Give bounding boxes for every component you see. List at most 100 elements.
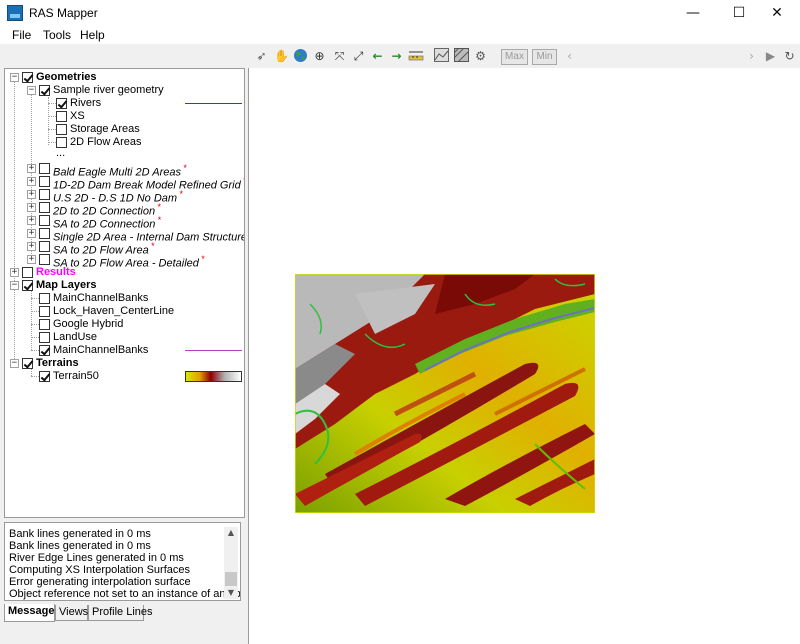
min-button[interactable]: Min <box>532 49 557 65</box>
geometry-checkbox[interactable] <box>39 228 50 239</box>
geometry-checkbox[interactable] <box>39 202 50 213</box>
geometry-checkbox[interactable] <box>39 215 50 226</box>
collapse-icon[interactable]: − <box>10 73 19 82</box>
tab-profile-lines[interactable]: Profile Lines <box>88 605 153 621</box>
map-view[interactable] <box>248 68 800 644</box>
tree-node-geometries[interactable]: − Geometries <box>5 71 244 84</box>
map-layer-checkbox[interactable] <box>39 345 50 356</box>
tree-connector <box>31 324 39 325</box>
tree-connector <box>31 376 39 377</box>
tab-messages[interactable]: Messages <box>4 604 61 622</box>
tree-node-geometry[interactable]: + SA to 2D Connection * <box>5 214 244 231</box>
tree-node-terrains[interactable]: − Terrains <box>5 357 244 370</box>
scroll-down-icon[interactable]: ▼ <box>224 587 238 599</box>
map-layer-checkbox[interactable] <box>39 319 50 330</box>
tree-node-results[interactable]: + Results <box>5 266 244 279</box>
max-button[interactable]: Max <box>501 49 528 65</box>
tree-node-storage-areas[interactable]: Storage Areas <box>5 123 244 136</box>
tree-node-geometry[interactable]: + Single 2D Area - Internal Dam Structur… <box>5 227 244 244</box>
window-title: RAS Mapper <box>29 6 98 20</box>
chevron-right-icon[interactable]: › <box>743 48 760 65</box>
message-line: Error generating interpolation surface <box>9 576 191 588</box>
pan-hand-icon[interactable]: ✋ <box>273 48 290 65</box>
tree-node-terrain[interactable]: Terrain50 <box>5 370 244 383</box>
expand-icon[interactable]: + <box>27 242 36 251</box>
tree-node-map-layer[interactable]: MainChannelBanks <box>5 344 244 357</box>
zoom-to-layer-icon[interactable]: ⤧ <box>331 48 348 65</box>
tree-node-map-layers[interactable]: − Map Layers <box>5 279 244 292</box>
tree-node-xs[interactable]: XS <box>5 110 244 123</box>
rivers-symbol-line <box>185 103 242 104</box>
expand-icon[interactable]: + <box>27 255 36 264</box>
globe-icon[interactable] <box>292 48 309 65</box>
play-icon[interactable]: ▶ <box>762 48 779 65</box>
tree-node-geometry[interactable]: + U.S 2D - D.S 1D No Dam * <box>5 188 244 205</box>
tree-connector <box>31 311 39 312</box>
map-layers-label: Map Layers <box>36 279 97 291</box>
close-button[interactable]: ✕ <box>754 0 800 26</box>
menu-help[interactable]: Help <box>80 28 105 42</box>
geometry-checkbox[interactable] <box>39 176 50 187</box>
rivers-checkbox[interactable] <box>56 98 67 109</box>
terrains-checkbox[interactable] <box>22 358 33 369</box>
map-layer-checkbox[interactable] <box>39 332 50 343</box>
hatch-layer-icon[interactable] <box>453 47 470 65</box>
back-arrow-icon[interactable]: ← <box>369 48 386 65</box>
tree-node-geometry[interactable]: + SA to 2D Flow Area * <box>5 240 244 257</box>
more-ellipsis: ... <box>56 147 66 159</box>
messages-scrollbar[interactable]: ▲ ▼ <box>224 527 238 599</box>
menu-tools[interactable]: Tools <box>43 28 71 42</box>
xs-checkbox[interactable] <box>56 111 67 122</box>
expand-icon[interactable]: + <box>27 203 36 212</box>
tree-node-geometry[interactable]: + 2D to 2D Connection * <box>5 201 244 218</box>
tree-node-map-layer[interactable]: Google Hybrid <box>5 318 244 331</box>
geometry-checkbox[interactable] <box>39 241 50 252</box>
minimize-button[interactable]: — <box>670 0 716 26</box>
map-layers-checkbox[interactable] <box>22 280 33 291</box>
select-pointer-icon[interactable]: ➶ <box>253 48 270 65</box>
tree-node-map-layer[interactable]: Lock_Haven_CenterLine <box>5 305 244 318</box>
storage-areas-checkbox[interactable] <box>56 124 67 135</box>
collapse-icon[interactable]: − <box>27 86 36 95</box>
measure-ruler-icon[interactable] <box>407 48 424 65</box>
expand-icon[interactable]: + <box>27 164 36 173</box>
refresh-icon[interactable]: ↻ <box>781 48 798 65</box>
geometry-checkbox[interactable] <box>39 254 50 265</box>
tree-node-geometry[interactable]: + Bald Eagle Multi 2D Areas * <box>5 162 244 179</box>
messages-panel: Bank lines generated in 0 ms Bank lines … <box>4 522 241 601</box>
tree-node-rivers[interactable]: Rivers <box>5 97 244 110</box>
zoom-in-icon[interactable]: ⊕ <box>311 48 328 65</box>
scroll-up-icon[interactable]: ▲ <box>224 527 238 539</box>
map-layer-label: LandUse <box>53 331 98 343</box>
geometry-checkbox[interactable] <box>39 189 50 200</box>
tree-node-map-layer[interactable]: LandUse <box>5 331 244 344</box>
tab-views[interactable]: Views <box>55 605 88 621</box>
results-checkbox[interactable] <box>22 267 33 278</box>
sample-geometry-checkbox[interactable] <box>39 85 50 96</box>
settings-gear-icon[interactable]: ⚙ <box>472 48 489 65</box>
tree-node-map-layer[interactable]: MainChannelBanks <box>5 292 244 305</box>
full-extent-icon[interactable]: ⤢ <box>350 48 367 65</box>
chevron-left-icon[interactable]: ‹ <box>561 48 578 65</box>
geometry-checkbox[interactable] <box>39 163 50 174</box>
expand-icon[interactable]: + <box>27 216 36 225</box>
expand-icon[interactable]: + <box>27 190 36 199</box>
tree-node-geometry[interactable]: + 1D-2D Dam Break Model Refined Grid* <box>5 175 244 192</box>
map-layer-checkbox[interactable] <box>39 306 50 317</box>
collapse-icon[interactable]: − <box>10 281 19 290</box>
forward-arrow-icon[interactable]: → <box>388 48 405 65</box>
menu-file[interactable]: File <box>12 28 31 42</box>
collapse-icon[interactable]: − <box>10 359 19 368</box>
map-layer-checkbox[interactable] <box>39 293 50 304</box>
terrain-checkbox[interactable] <box>39 371 50 382</box>
profile-plot-icon[interactable] <box>433 48 450 65</box>
messages-scroll-thumb[interactable] <box>225 572 237 586</box>
geometries-checkbox[interactable] <box>22 72 33 83</box>
expand-icon[interactable]: + <box>27 177 36 186</box>
expand-icon[interactable]: + <box>27 229 36 238</box>
tree-connector <box>31 350 39 351</box>
tree-node-2d-flow-areas[interactable]: 2D Flow Areas <box>5 136 244 149</box>
tree-node-sample-geometry[interactable]: − Sample river geometry <box>5 84 244 97</box>
expand-icon[interactable]: + <box>10 268 19 277</box>
tree-node-geometry[interactable]: + SA to 2D Flow Area - Detailed * <box>5 253 244 270</box>
